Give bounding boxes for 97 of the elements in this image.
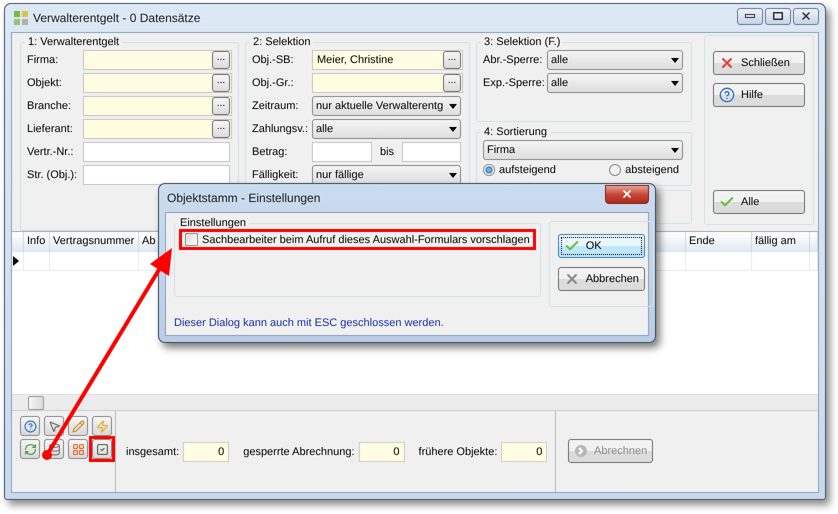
hint-text: Dieser Dialog kann auch mit ESC geschlossen werden. (174, 317, 445, 329)
field-label: Obj.-SB: (252, 54, 295, 66)
lookup-button[interactable]: ... (212, 51, 230, 69)
field-label: Vertr.-Nr.: (27, 146, 74, 158)
dropdown[interactable]: alle (547, 50, 683, 70)
radio-option[interactable]: absteigend (609, 164, 679, 176)
action-button[interactable]: Alle (713, 190, 805, 214)
close-icon (621, 188, 633, 200)
checkbox[interactable] (185, 233, 198, 246)
help-icon (719, 87, 735, 103)
stat-value: 0 (183, 442, 230, 462)
checkbox-label: Sachbearbeiter beim Aufruf dieses Auswahl-Formulars vorschlagen (202, 234, 530, 246)
field-label: Objekt: (27, 77, 63, 89)
field-label: Fälligkeit: (252, 169, 300, 181)
grid-icon (72, 442, 84, 456)
dropdown-arrow-icon (449, 126, 457, 132)
stat-value: 0 (501, 442, 548, 462)
input-field[interactable] (83, 73, 232, 93)
dropdown[interactable]: nur aktuelle Verwalterentg (312, 96, 461, 116)
input-field[interactable] (312, 142, 372, 162)
input-field[interactable] (402, 142, 461, 162)
toolbar-button[interactable] (68, 439, 88, 459)
toolbar-button[interactable] (20, 416, 40, 436)
action-button[interactable]: Hilfe (713, 83, 805, 107)
toolbar-button[interactable] (44, 416, 64, 436)
stat-label: insgesamt: (126, 446, 180, 458)
dropdown[interactable]: nur fällige (312, 165, 461, 185)
input-field[interactable] (312, 73, 463, 93)
dialog-title: Objektstamm - Einstellungen (167, 191, 320, 205)
dropdown-arrow-icon (449, 104, 457, 108)
dialog-button[interactable]: Abbrechen (558, 267, 645, 291)
dropdown[interactable]: Firma (483, 140, 683, 160)
field-label: Obj.-Gr.: (252, 77, 295, 89)
maximize-button[interactable] (765, 8, 791, 24)
lookup-button[interactable]: ... (212, 120, 230, 138)
close-button[interactable] (793, 8, 819, 24)
field-label: Abr.-Sperre: (483, 54, 544, 66)
stat-label: gesperrte Abrechnung: (243, 446, 355, 458)
toolbar-button[interactable] (20, 439, 40, 459)
input-field[interactable] (83, 96, 232, 116)
field-label: Firma: (27, 54, 60, 66)
field-label: Betrag: (252, 146, 288, 158)
radio-button[interactable] (483, 164, 495, 176)
lookup-button[interactable]: ... (212, 97, 230, 115)
group-title: 1: Verwalterentgelt (27, 36, 120, 48)
pencil-icon (72, 420, 84, 432)
current-row-icon (12, 256, 20, 266)
field-label: Branche: (27, 100, 72, 112)
action-button[interactable]: Schließen (713, 51, 805, 75)
dropdown-arrow-icon (671, 148, 679, 152)
column-header: fällig am (752, 232, 810, 252)
dropdown[interactable]: alle (312, 119, 461, 139)
app-logo-icon (13, 10, 29, 26)
input-field[interactable] (83, 50, 232, 70)
dialog-button[interactable]: OK (558, 234, 645, 258)
cursor-icon (48, 420, 60, 432)
help-icon (24, 420, 36, 432)
lookup-button[interactable]: ... (443, 51, 461, 69)
lookup-button[interactable]: ... (443, 74, 461, 92)
field-label: Zeitraum: (252, 100, 300, 112)
checkbox-icon (96, 442, 108, 456)
lookup-button[interactable]: ... (212, 74, 230, 92)
group-title: 4: Sortierung (483, 126, 548, 138)
close-icon (719, 55, 735, 71)
refresh-icon (24, 442, 36, 456)
minimize-button[interactable] (737, 8, 763, 24)
dropdown-arrow-icon (671, 58, 679, 62)
column-header: Ende (686, 232, 752, 252)
toolbar-button[interactable] (92, 416, 112, 436)
group-title: 2: Selektion (252, 36, 312, 48)
radio-option[interactable]: aufsteigend (483, 164, 556, 176)
lightning-icon (96, 420, 108, 432)
checkbox-option[interactable]: Sachbearbeiter beim Aufruf dieses Auswahl-Formulars vorschlagen (182, 232, 533, 247)
field-label: Lieferant: (27, 123, 74, 135)
stat-label: frühere Objekte: (418, 446, 498, 458)
close-button[interactable] (605, 184, 649, 204)
close-icon (800, 10, 812, 22)
minimize-icon (745, 14, 755, 18)
group-title: Einstellungen (179, 217, 248, 229)
field-label: Str. (Obj.): (27, 169, 78, 181)
input-field[interactable] (83, 142, 230, 162)
field-label: Zahlungsv.: (252, 123, 310, 135)
input-field[interactable] (83, 119, 232, 139)
field-label: bis (380, 146, 394, 158)
toolbar-button[interactable] (68, 416, 88, 436)
stat-value: 0 (358, 442, 405, 462)
dropdown-arrow-icon (449, 172, 457, 178)
dropdown[interactable]: alle (547, 73, 683, 93)
radio-button[interactable] (609, 164, 622, 176)
group-title: 3: Selektion (F.) (483, 36, 562, 48)
column-header: Vertragsnummer (50, 232, 139, 252)
field-label: Exp.-Sperre: (483, 77, 546, 89)
input-field[interactable] (83, 165, 230, 185)
maximize-icon (773, 12, 783, 20)
dropdown-arrow-icon (671, 80, 679, 86)
window-title: Verwalterentgelt - 0 Datensätze (33, 11, 200, 25)
column-header: Info (24, 232, 50, 252)
